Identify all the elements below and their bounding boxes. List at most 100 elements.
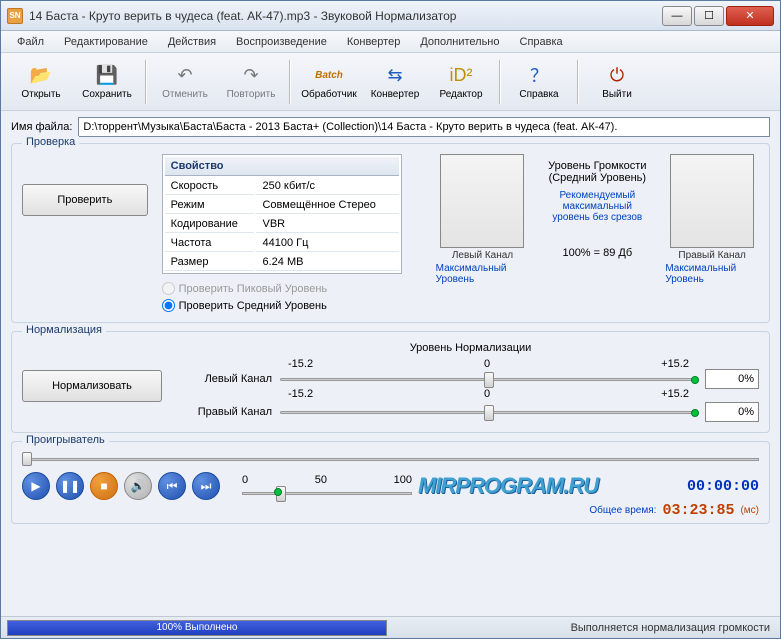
stop-button[interactable]: ■ (90, 472, 118, 500)
left-slider[interactable] (280, 370, 697, 388)
menu-extra[interactable]: Дополнительно (412, 34, 507, 50)
progress-bar: 100% Выполнено (7, 620, 387, 636)
volume-hint2[interactable]: максимальный (563, 201, 632, 212)
toolbar-editor-label: Редактор (439, 89, 482, 100)
titlebar: SN 14 Баста - Круто верить в чудеса (fea… (1, 1, 780, 31)
toolbar-converter[interactable]: ⇆ Конвертер (363, 57, 427, 107)
ptick-0: 0 (242, 474, 248, 486)
tick-hi2: +15.2 (661, 388, 689, 400)
check-button[interactable]: Проверить (22, 184, 148, 216)
left-pct: 0% (705, 369, 759, 389)
toolbar-redo-label: Повторить (227, 89, 276, 100)
speaker-button[interactable]: 🔊 (124, 472, 152, 500)
toolbar-help-label: Справка (519, 89, 558, 100)
window-title: 14 Баста - Круто верить в чудеса (feat. … (29, 9, 662, 23)
toolbar-converter-label: Конвертер (371, 89, 420, 100)
volume-slider[interactable]: 0 50 100 (242, 474, 412, 498)
save-icon: 💾 (95, 63, 119, 87)
undo-icon: ↶ (173, 63, 197, 87)
total-time: 03:23:85 (662, 502, 734, 519)
help-icon: ？ (527, 63, 551, 87)
table-row: Размер6.24 МВ (165, 254, 399, 271)
pct-db-label: 100% = 89 Дб (562, 247, 632, 259)
statusbar: 100% Выполнено Выполняется нормализация … (1, 616, 780, 638)
minimize-button[interactable]: — (662, 6, 692, 26)
table-row: Скорость250 кбит/с (165, 178, 399, 195)
filename-label: Имя файла: (11, 121, 72, 133)
ms-label: (мс) (740, 505, 759, 516)
left-ch-label: Левый Канал (182, 373, 272, 385)
norm-title: Нормализация (22, 324, 106, 336)
pause-button[interactable]: ❚❚ (56, 472, 84, 500)
right-slider[interactable] (280, 403, 697, 421)
toolbar-undo-label: Отменить (162, 89, 208, 100)
norm-group: Нормализация Нормализовать Уровень Норма… (11, 331, 770, 433)
menu-help[interactable]: Справка (512, 34, 571, 50)
toolbar-open-label: Открыть (21, 89, 60, 100)
convert-icon: ⇆ (383, 63, 407, 87)
toolbar-exit[interactable]: ⏻ Выйти (585, 57, 649, 107)
toolbar-save[interactable]: 💾 Сохранить (75, 57, 139, 107)
tick-mid2: 0 (484, 388, 490, 400)
normalize-button[interactable]: Нормализовать (22, 370, 162, 402)
menu-converter[interactable]: Конвертер (339, 34, 408, 50)
maximize-button[interactable]: ☐ (694, 6, 724, 26)
left-max-link[interactable]: Максимальный Уровень (436, 263, 530, 285)
toolbar-open[interactable]: 📂 Открыть (9, 57, 73, 107)
menubar: Файл Редактирование Действия Воспроизвед… (1, 31, 780, 53)
left-channel-label: Левый Канал (452, 250, 513, 261)
table-row: РежимСовмещённое Стерео (165, 197, 399, 214)
right-pct: 0% (705, 402, 759, 422)
tick-lo: -15.2 (288, 358, 313, 370)
toolbar-redo[interactable]: ↷ Повторить (219, 57, 283, 107)
radio-peak[interactable]: Проверить Пиковый Уровень (162, 280, 402, 297)
toolbar-exit-label: Выйти (602, 89, 632, 100)
menu-file[interactable]: Файл (9, 34, 52, 50)
toolbar-batch[interactable]: Batch Обработчик (297, 57, 361, 107)
volume-title2: (Средний Уровень) (549, 172, 646, 184)
props-header: Свойство (165, 157, 399, 176)
batch-icon: Batch (317, 63, 341, 87)
volume-hint3[interactable]: уровень без срезов (552, 212, 642, 223)
right-ch-label: Правый Канал (182, 406, 272, 418)
table-row: Частота44100 Гц (165, 235, 399, 252)
toolbar-editor[interactable]: iD² Редактор (429, 57, 493, 107)
right-max-link[interactable]: Максимальный Уровень (665, 263, 759, 285)
editor-icon: iD² (449, 63, 473, 87)
play-button[interactable]: ▶ (22, 472, 50, 500)
toolbar: 📂 Открыть 💾 Сохранить ↶ Отменить ↷ Повто… (1, 53, 780, 111)
check-title: Проверка (22, 136, 79, 148)
radio-peak-label: Проверить Пиковый Уровень (179, 283, 328, 295)
radio-avg-input[interactable] (162, 299, 175, 312)
properties-table: Свойство Скорость250 кбит/с РежимСовмещё… (162, 154, 402, 274)
volume-hint1[interactable]: Рекомендуемый (559, 190, 635, 201)
separator (577, 60, 579, 104)
app-icon: SN (7, 8, 23, 24)
watermark: MIRPROGRAM.RU (418, 473, 598, 499)
slider-title: Уровень Нормализации (182, 342, 759, 354)
close-button[interactable]: ✕ (726, 6, 774, 26)
toolbar-undo[interactable]: ↶ Отменить (153, 57, 217, 107)
tick-hi: +15.2 (661, 358, 689, 370)
toolbar-batch-label: Обработчик (301, 89, 356, 100)
seek-slider[interactable] (22, 452, 759, 466)
player-title: Проигрыватель (22, 434, 109, 446)
right-channel-label: Правый Канал (678, 250, 745, 261)
radio-avg[interactable]: Проверить Средний Уровень (162, 297, 402, 314)
radio-peak-input[interactable] (162, 282, 175, 295)
menu-edit[interactable]: Редактирование (56, 34, 156, 50)
tick-lo2: -15.2 (288, 388, 313, 400)
left-channel-meter (440, 154, 524, 248)
next-button[interactable]: ⏭ (192, 472, 220, 500)
toolbar-save-label: Сохранить (82, 89, 132, 100)
menu-playback[interactable]: Воспроизведение (228, 34, 335, 50)
separator (145, 60, 147, 104)
table-row: КодированиеVBR (165, 216, 399, 233)
check-group: Проверка Проверить Свойство Скорость250 … (11, 143, 770, 323)
menu-actions[interactable]: Действия (160, 34, 224, 50)
progress-text: 100% Выполнено (8, 621, 386, 635)
separator (499, 60, 501, 104)
prev-button[interactable]: ⏮ (158, 472, 186, 500)
toolbar-help[interactable]: ？ Справка (507, 57, 571, 107)
filename-input[interactable] (78, 117, 770, 137)
